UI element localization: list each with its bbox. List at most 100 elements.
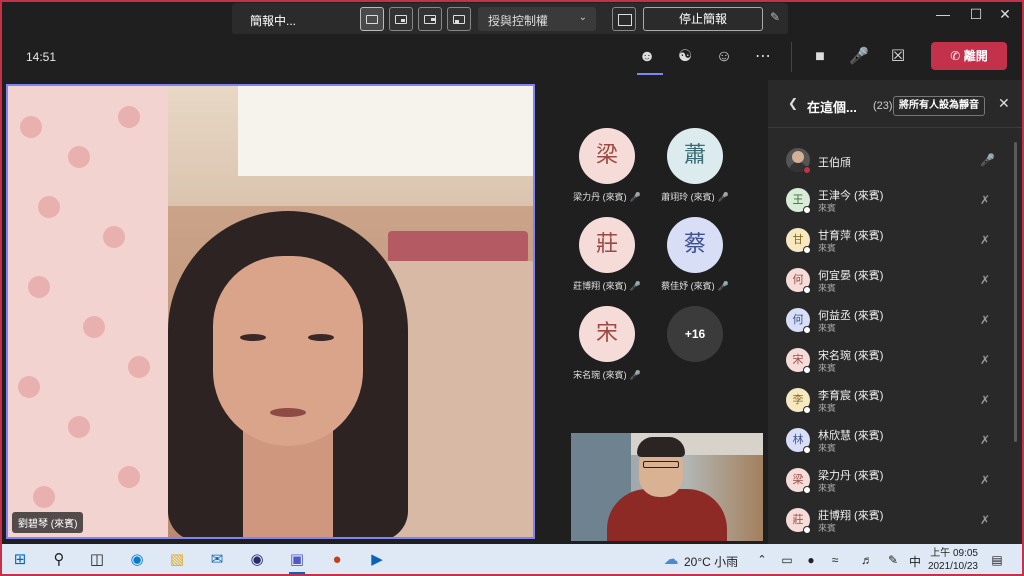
list-item[interactable]: 王伯頎 🎤	[768, 140, 1024, 180]
mic-off-icon[interactable]: ✗	[980, 313, 990, 327]
mail-icon[interactable]: ✉	[206, 550, 228, 570]
stop-presenting-button[interactable]: 停止簡報	[643, 7, 763, 31]
more-participants-count: +16	[667, 306, 723, 362]
system-clock[interactable]: 上午 09:05 2021/10/23	[924, 547, 978, 573]
volume-icon[interactable]: ♬	[856, 550, 878, 570]
gallery-tile[interactable]: 梁 梁力丹 (來賓) 🎤	[557, 128, 657, 218]
self-video-tile[interactable]	[571, 433, 763, 541]
participant-name: 蔡佳妤 (來賓)	[661, 281, 715, 291]
reactions-icon[interactable]: ☺	[712, 45, 736, 69]
close-window-button[interactable]: ✕	[996, 6, 1014, 23]
list-item[interactable]: 梁 梁力丹 (來賓) 來賓 ✗	[768, 460, 1024, 500]
participant-name: 王伯頎	[818, 157, 851, 169]
status-dot	[803, 246, 811, 254]
presenting-status: 簡報中...	[250, 14, 297, 28]
mic-off-icon[interactable]: ✗	[980, 353, 990, 367]
layout-standout-button[interactable]	[389, 7, 413, 31]
maximize-button[interactable]: ☐	[967, 6, 985, 23]
status-dot	[803, 326, 811, 334]
participant-name-tag: 劉碧琴 (來賓)	[12, 512, 84, 533]
give-control-dropdown[interactable]: 授與控制權 ⌄	[478, 7, 596, 31]
include-audio-icon[interactable]	[612, 7, 636, 31]
list-item[interactable]: 莊 莊博翔 (來賓) 來賓 ✗	[768, 500, 1024, 540]
media-player-icon[interactable]: ▶	[366, 550, 388, 570]
weather-text[interactable]: 20°C 小雨	[684, 553, 738, 570]
list-item[interactable]: 何 何益丞 (來賓) 來賓 ✗	[768, 300, 1024, 340]
mic-off-icon: 🎤	[717, 192, 729, 202]
participant-role: 來賓	[818, 243, 837, 253]
give-control-label: 授與控制權	[488, 14, 549, 28]
list-item[interactable]: 王 王津今 (來賓) 來賓 ✗	[768, 180, 1024, 220]
participants-panel: ❮ 在這個... (23) 將所有人設為靜音 ✕ 王伯頎 🎤 王 王津今 (來賓…	[768, 80, 1024, 544]
mic-off-icon[interactable]: ✗	[980, 433, 990, 447]
avatar: 蔡	[667, 217, 723, 273]
minimize-button[interactable]: —	[934, 6, 952, 22]
status-dot	[803, 446, 811, 454]
search-icon[interactable]: ⚲	[48, 550, 70, 570]
file-explorer-icon[interactable]: ▧	[166, 550, 188, 570]
wifi-icon[interactable]: ≈	[824, 550, 846, 570]
layout-side-by-side-button[interactable]	[418, 7, 442, 31]
meeting-timer: 14:51	[26, 50, 57, 64]
status-dot	[803, 286, 811, 294]
camera-icon[interactable]: ■	[808, 45, 832, 69]
close-icon[interactable]: ✕	[998, 95, 1010, 112]
chevron-up-icon[interactable]: ⌃	[751, 550, 773, 570]
list-item[interactable]: 林 林欣慧 (來賓) 來賓 ✗	[768, 420, 1024, 460]
mic-on-icon[interactable]: 🎤	[980, 153, 995, 167]
participant-role: 來賓	[818, 283, 837, 293]
panel-scrollbar[interactable]	[1014, 142, 1017, 442]
notification-center-icon[interactable]: ▤	[986, 550, 1008, 570]
toolbar-divider	[791, 42, 792, 72]
mute-all-button[interactable]: 將所有人設為靜音	[893, 96, 985, 116]
list-item[interactable]: 甘 甘育萍 (來賓) 來賓 ✗	[768, 220, 1024, 260]
powerpoint-icon[interactable]: ●	[326, 550, 348, 570]
people-icon[interactable]: ☻	[635, 45, 663, 75]
status-dot	[803, 526, 811, 534]
pen-icon[interactable]: ✎	[882, 550, 904, 570]
mic-off-icon[interactable]: ✗	[980, 393, 990, 407]
task-view-icon[interactable]: ◫	[86, 550, 108, 570]
mic-off-icon: 🎤	[629, 281, 641, 291]
participant-name: 莊博翔 (來賓)	[573, 281, 627, 291]
microphone-icon[interactable]: 🎤	[847, 45, 871, 69]
mic-off-icon[interactable]: ✗	[980, 233, 990, 247]
more-actions-icon[interactable]: ⋯	[751, 45, 775, 69]
participant-role: 來賓	[818, 323, 837, 333]
gallery-tile[interactable]: 蔡 蔡佳妤 (來賓) 🎤	[645, 217, 745, 307]
gallery-tile[interactable]: 宋 宋名琬 (來賓) 🎤	[557, 306, 657, 396]
mic-off-icon[interactable]: ✗	[980, 273, 990, 287]
leave-label: 離開	[963, 49, 988, 63]
gallery-tile[interactable]: 莊 莊博翔 (來賓) 🎤	[557, 217, 657, 307]
webex-icon[interactable]: ◉	[246, 550, 268, 570]
mic-off-icon[interactable]: ✗	[980, 473, 990, 487]
teams-icon[interactable]: ▣	[286, 550, 308, 574]
participant-role: 來賓	[818, 403, 837, 413]
battery-icon: ▭	[781, 553, 793, 567]
avatar: 蕭	[667, 128, 723, 184]
windows-start-icon[interactable]: ⊞	[9, 550, 31, 570]
chevron-left-icon[interactable]: ❮	[788, 96, 798, 110]
clock-date: 2021/10/23	[927, 561, 978, 572]
share-tray-icon[interactable]: ☒	[886, 45, 910, 69]
mic-off-icon[interactable]: ✗	[980, 193, 990, 207]
edge-browser-icon[interactable]: ◉	[126, 550, 148, 570]
gallery-tile[interactable]: 蕭 蕭翊玲 (來賓) 🎤	[645, 128, 745, 218]
pin-icon[interactable]: ✎	[770, 10, 780, 24]
layout-reporter-button[interactable]	[447, 7, 471, 31]
presenter-bar: 簡報中... 授與控制權 ⌄ 停止簡報 ✎	[232, 3, 788, 35]
participant-name: 宋名琬 (來賓)	[573, 370, 627, 380]
list-item[interactable]: 宋 宋名琬 (來賓) 來賓 ✗	[768, 340, 1024, 380]
microphone-tray-icon: ●	[807, 553, 815, 567]
mic-off-icon[interactable]: ✗	[980, 513, 990, 527]
chat-icon[interactable]: ☯	[673, 45, 697, 69]
main-video-tile[interactable]: 劉碧琴 (來賓)	[6, 84, 535, 539]
list-item[interactable]: 李 李育宸 (來賓) 來賓 ✗	[768, 380, 1024, 420]
ime-indicator[interactable]: 中	[909, 553, 921, 570]
layout-content-only-button[interactable]	[360, 7, 384, 31]
status-dot	[803, 366, 811, 374]
status-dot	[803, 166, 811, 174]
more-participants-tile[interactable]: +16	[645, 306, 745, 396]
leave-button[interactable]: ✆ 離開	[931, 42, 1007, 70]
list-item[interactable]: 何 何宜晏 (來賓) 來賓 ✗	[768, 260, 1024, 300]
